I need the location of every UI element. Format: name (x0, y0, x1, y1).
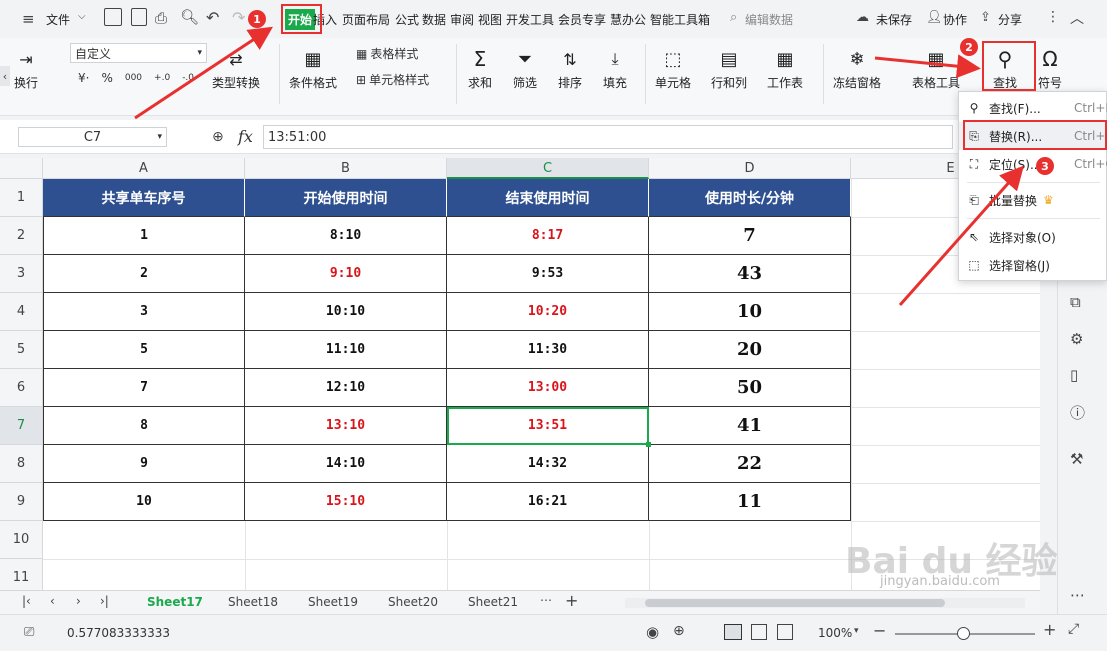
arrow-2 (874, 54, 981, 79)
step-badge-2: 2 (960, 38, 978, 56)
annotation-arrows (134, 26, 1024, 306)
step-badge-1: 1 (248, 10, 266, 28)
arrow-1 (134, 26, 274, 120)
step-badge-3: 3 (1036, 157, 1054, 175)
arrow-3 (898, 165, 1024, 306)
